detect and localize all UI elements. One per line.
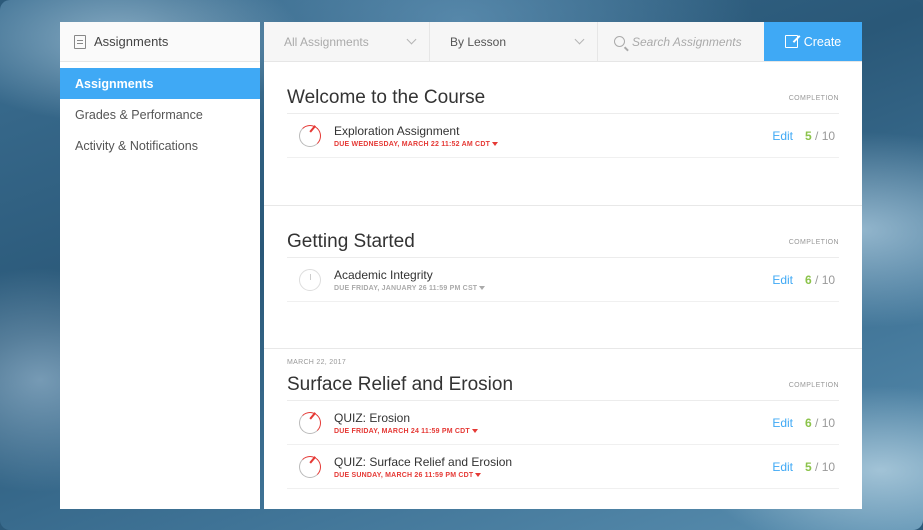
- caret-down-icon: [475, 473, 482, 477]
- due-date-text: DUE WEDNESDAY, MARCH 22 11:52 AM CDT: [334, 140, 491, 148]
- filter-value: All Assignments: [284, 34, 369, 49]
- completion-score: 6 / 10: [805, 416, 839, 430]
- total-count: / 10: [811, 272, 836, 287]
- completion-label: COMPLETION: [788, 239, 839, 246]
- lesson-section: Getting Started COMPLETION Academic Inte…: [264, 206, 862, 349]
- clock-overdue-icon: [299, 455, 321, 478]
- document-icon: [74, 34, 86, 49]
- search-placeholder: Search Assignments: [632, 34, 742, 49]
- due-date-text: DUE FRIDAY, JANUARY 26 11:59 PM CST: [334, 284, 478, 292]
- toolbar: All Assignments By Lesson Search Assignm…: [264, 22, 862, 62]
- edit-link[interactable]: Edit: [772, 416, 793, 430]
- clock-overdue-icon: [299, 411, 321, 434]
- assignment-info: Academic Integrity DUE FRIDAY, JANUARY 2…: [334, 268, 772, 292]
- sidebar-item-activity-notifications[interactable]: Activity & Notifications: [60, 130, 260, 161]
- section-header: Surface Relief and Erosion COMPLETION: [287, 369, 839, 401]
- completion-score: 5 / 10: [805, 129, 839, 143]
- sidebar-header: Assignments: [60, 22, 260, 62]
- create-button[interactable]: Create: [764, 22, 862, 61]
- assignment-row[interactable]: QUIZ: Surface Relief and Erosion DUE SUN…: [287, 445, 839, 489]
- filter-dropdown[interactable]: All Assignments: [264, 22, 430, 61]
- section-header: Getting Started COMPLETION: [287, 206, 839, 258]
- assignment-info: Exploration Assignment DUE WEDNESDAY, MA…: [334, 124, 772, 148]
- lesson-sections: Welcome to the Course COMPLETION Explora…: [264, 62, 862, 509]
- section-date: MARCH 22, 2017: [287, 359, 347, 366]
- total-count: / 10: [811, 459, 836, 474]
- sidebar: Assignments Assignments Grades & Perform…: [60, 22, 260, 509]
- section-title: Surface Relief and Erosion: [287, 374, 514, 395]
- due-date-text: DUE FRIDAY, MARCH 24 11:59 PM CDT: [334, 427, 470, 435]
- due-date[interactable]: DUE FRIDAY, JANUARY 26 11:59 PM CST: [334, 285, 772, 292]
- assignment-title[interactable]: Exploration Assignment: [334, 124, 772, 138]
- search-input[interactable]: Search Assignments: [598, 22, 764, 61]
- assignment-title[interactable]: QUIZ: Erosion: [334, 411, 772, 425]
- assignment-row[interactable]: QUIZ: Erosion DUE FRIDAY, MARCH 24 11:59…: [287, 401, 839, 445]
- completed-count: 6: [805, 272, 812, 287]
- total-count: / 10: [811, 415, 836, 430]
- main-panel: All Assignments By Lesson Search Assignm…: [264, 22, 862, 509]
- edit-link[interactable]: Edit: [772, 273, 793, 287]
- search-icon: [614, 36, 625, 47]
- assignments-app: Assignments Assignments Grades & Perform…: [60, 22, 862, 509]
- completed-count: 5: [805, 459, 812, 474]
- edit-link[interactable]: Edit: [772, 129, 793, 143]
- completion-label: COMPLETION: [788, 95, 839, 102]
- create-label: Create: [803, 34, 842, 49]
- assignment-row[interactable]: Exploration Assignment DUE WEDNESDAY, MA…: [287, 114, 839, 158]
- assignment-row[interactable]: Academic Integrity DUE FRIDAY, JANUARY 2…: [287, 258, 839, 302]
- total-count: / 10: [811, 128, 836, 143]
- section-title: Getting Started: [287, 231, 415, 252]
- chevron-down-icon: [574, 34, 585, 45]
- sidebar-item-grades-performance[interactable]: Grades & Performance: [60, 99, 260, 130]
- sidebar-item-assignments[interactable]: Assignments: [60, 68, 260, 99]
- due-date[interactable]: DUE WEDNESDAY, MARCH 22 11:52 AM CDT: [334, 141, 772, 148]
- edit-pencil-icon: [784, 35, 798, 48]
- group-value: By Lesson: [450, 34, 507, 49]
- completed-count: 6: [805, 415, 812, 430]
- completion-score: 6 / 10: [805, 273, 839, 287]
- caret-down-icon: [492, 142, 499, 146]
- sidebar-nav: Assignments Grades & Performance Activit…: [60, 68, 260, 161]
- assignment-info: QUIZ: Erosion DUE FRIDAY, MARCH 24 11:59…: [334, 411, 772, 435]
- due-date[interactable]: DUE SUNDAY, MARCH 26 11:59 PM CDT: [334, 472, 772, 479]
- section-header: Welcome to the Course COMPLETION: [287, 62, 839, 114]
- lesson-section: Welcome to the Course COMPLETION Explora…: [264, 62, 862, 206]
- clock-icon: [299, 268, 321, 291]
- assignment-info: QUIZ: Surface Relief and Erosion DUE SUN…: [334, 455, 772, 479]
- lesson-section: MARCH 22, 2017 Surface Relief and Erosio…: [264, 349, 862, 509]
- chevron-down-icon: [406, 34, 417, 45]
- caret-down-icon: [479, 286, 486, 290]
- section-title: Welcome to the Course: [287, 87, 486, 108]
- due-date-text: DUE SUNDAY, MARCH 26 11:59 PM CDT: [334, 471, 474, 479]
- completion-score: 5 / 10: [805, 460, 839, 474]
- caret-down-icon: [471, 429, 478, 433]
- group-dropdown[interactable]: By Lesson: [430, 22, 598, 61]
- edit-link[interactable]: Edit: [772, 460, 793, 474]
- clock-overdue-icon: [299, 124, 321, 147]
- due-date[interactable]: DUE FRIDAY, MARCH 24 11:59 PM CDT: [334, 428, 772, 435]
- completion-label: COMPLETION: [788, 382, 839, 389]
- completed-count: 5: [805, 128, 812, 143]
- assignment-title[interactable]: Academic Integrity: [334, 268, 772, 282]
- assignment-title[interactable]: QUIZ: Surface Relief and Erosion: [334, 455, 772, 469]
- sidebar-title: Assignments: [94, 34, 169, 49]
